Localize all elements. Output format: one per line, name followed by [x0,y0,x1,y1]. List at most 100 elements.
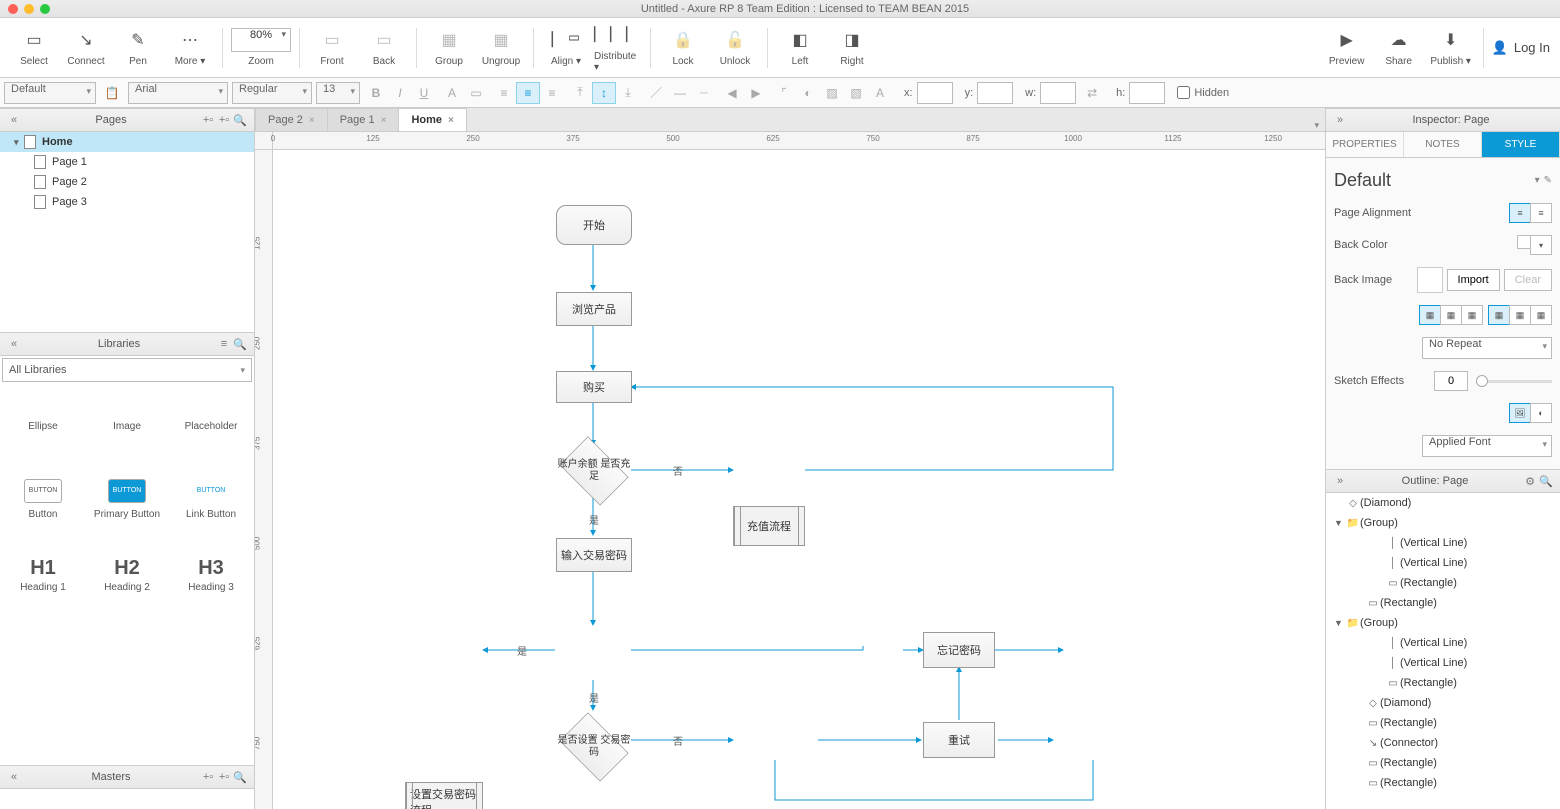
lib-placeholder[interactable]: Placeholder [170,386,252,460]
close-tab-icon[interactable]: × [381,115,387,126]
node-forgot[interactable]: 忘记密码 [923,632,995,668]
inner-shadow-button[interactable]: ▧ [844,82,868,104]
tab-properties[interactable]: PROPERTIES [1326,132,1404,157]
line-style-button[interactable]: ┈ [692,82,716,104]
collapse-outline-icon[interactable]: » [1332,473,1348,489]
left-button[interactable]: ◧Left [776,22,824,74]
align-button[interactable]: ⎸▭Align ▾ [542,22,590,74]
node-retry[interactable]: 重试 [923,722,995,758]
tab-page1[interactable]: Page 1× [327,108,400,131]
arrow-start-button[interactable]: ◀ [720,82,744,104]
shadow-button[interactable]: ▨ [820,82,844,104]
line-color-button[interactable]: ／ [644,82,668,104]
search-libraries-icon[interactable]: 🔍 [232,336,248,352]
collapse-inspector-icon[interactable]: » [1332,112,1348,128]
add-page-icon[interactable]: +▫ [200,112,216,128]
zoom-control[interactable]: 80% Zoom [231,28,291,67]
tab-style[interactable]: STYLE [1482,132,1560,157]
page-align-center[interactable]: ≡ [1530,203,1552,223]
unlock-button[interactable]: 🔓Unlock [711,22,759,74]
minimize-window-icon[interactable] [24,4,34,14]
style-dropdown-icon[interactable]: ▾ [1535,175,1540,186]
distribute-button[interactable]: ⎸⎸⎸Distribute ▾ [594,22,642,74]
lib-ellipse[interactable]: Ellipse [2,386,84,460]
close-tab-icon[interactable]: × [448,115,454,126]
halign-2[interactable]: ▦ [1440,305,1462,325]
outline-item[interactable]: ▭(Rectangle) [1326,593,1560,613]
opacity-button[interactable]: ◐ [796,82,820,104]
library-select[interactable]: All Libraries [2,358,252,382]
outline-item[interactable]: ▭(Rectangle) [1326,573,1560,593]
node-balance[interactable]: 账户余额 是否充足 [554,443,634,499]
halign-1[interactable]: ▦ [1419,305,1441,325]
share-button[interactable]: ☁Share [1375,22,1423,74]
vertical-ruler[interactable]: 125250375500625750 [255,150,273,809]
outline-search-icon[interactable]: 🔍 [1538,473,1554,489]
front-button[interactable]: ▭Front [308,22,356,74]
font-family-dropdown[interactable]: Arial [128,82,228,104]
outline-item[interactable]: ▭(Rectangle) [1326,773,1560,793]
line-width-button[interactable]: — [668,82,692,104]
outline-item[interactable]: │(Vertical Line) [1326,553,1560,573]
outline-item[interactable]: ↘(Connector) [1326,733,1560,753]
add-folder-icon[interactable]: +▫ [216,112,232,128]
underline-button[interactable]: U [412,82,436,104]
w-input[interactable] [1040,82,1076,104]
text-shadow-button[interactable]: A [868,82,892,104]
preview-button[interactable]: ▶Preview [1323,22,1371,74]
lib-menu-icon[interactable]: ≡ [216,336,232,352]
outline-item[interactable]: ▼📁(Group) [1326,613,1560,633]
outline-item[interactable]: ▭(Rectangle) [1326,673,1560,693]
page-2[interactable]: Page 2 [0,172,254,192]
outline-item[interactable]: │(Vertical Line) [1326,533,1560,553]
lib-button[interactable]: BUTTONButton [2,462,84,536]
pen-tool[interactable]: ✎Pen [114,22,162,74]
lock-ratio-icon[interactable]: ⇄ [1080,82,1104,104]
valign-middle-button[interactable]: ↕ [592,82,616,104]
outline-item[interactable]: │(Vertical Line) [1326,633,1560,653]
sketch-bw-icon[interactable]: ◐ [1530,403,1552,423]
horizontal-ruler[interactable]: 0125250375500625750875100011251250 [273,132,1325,150]
lock-button[interactable]: 🔒Lock [659,22,707,74]
collapse-masters-icon[interactable]: « [6,769,22,785]
text-color-button[interactable]: A [440,82,464,104]
close-tab-icon[interactable]: × [309,115,315,126]
node-enter-pw[interactable]: 输入交易密码 [556,538,632,572]
outline-item[interactable]: ▭(Rectangle) [1326,713,1560,733]
page-align-left[interactable]: ≡ [1509,203,1531,223]
page-1[interactable]: Page 1 [0,152,254,172]
copy-style-icon[interactable]: 📋 [100,82,124,104]
valign-bottom-button[interactable]: ⤓ [616,82,640,104]
corner-radius-button[interactable]: ⌜ [772,82,796,104]
node-setpw-q[interactable]: 是否设置 交易密码 [554,719,634,775]
right-button[interactable]: ◨Right [828,22,876,74]
valign-1[interactable]: ▦ [1488,305,1510,325]
lib-primary-button[interactable]: BUTTONPrimary Button [86,462,168,536]
publish-button[interactable]: ⬇Publish ▾ [1427,22,1475,74]
sketch-slider[interactable] [1476,380,1552,383]
outline-item[interactable]: ◇(Diamond) [1326,693,1560,713]
search-pages-icon[interactable]: 🔍 [232,112,248,128]
node-set-pw-flow[interactable]: 设置交易密码流程 [405,782,483,809]
applied-font-select[interactable]: Applied Font [1422,435,1552,457]
canvas[interactable]: 开始 浏览产品 购买 账户余额 是否充足 否 是 充值流程 输入交易密码 是否设… [273,150,1325,809]
font-weight-dropdown[interactable]: Regular [232,82,312,104]
valign-2[interactable]: ▦ [1509,305,1531,325]
y-input[interactable] [977,82,1013,104]
page-3[interactable]: Page 3 [0,192,254,212]
tab-page2[interactable]: Page 2× [255,108,328,131]
node-browse[interactable]: 浏览产品 [556,292,632,326]
back-color-dropdown[interactable]: ▾ [1530,235,1552,255]
maximize-window-icon[interactable] [40,4,50,14]
back-button[interactable]: ▭Back [360,22,408,74]
add-master-folder-icon[interactable]: +▫ [216,769,232,785]
font-size-dropdown[interactable]: 13 [316,82,360,104]
page-home[interactable]: ▾Home [0,132,254,152]
align-right-button[interactable]: ≡ [540,82,564,104]
more-tool[interactable]: ⋯More ▾ [166,22,214,74]
back-color-swatch[interactable] [1517,235,1531,249]
node-start[interactable]: 开始 [556,205,632,245]
lib-h1[interactable]: H1Heading 1 [2,538,84,612]
collapse-libraries-icon[interactable]: « [6,336,22,352]
style-dropdown[interactable]: Default [4,82,96,104]
